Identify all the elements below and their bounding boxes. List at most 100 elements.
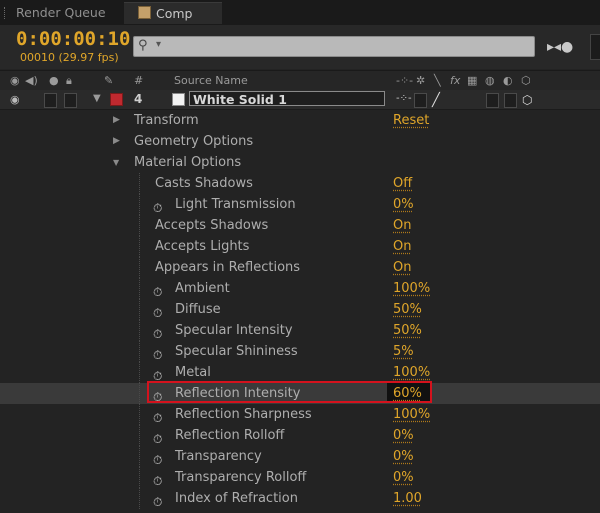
composition-icon xyxy=(138,6,151,19)
speaker-icon[interactable]: ◀) xyxy=(25,74,38,87)
property-row[interactable]: ⏱ Metal 100% xyxy=(0,362,600,383)
property-label: Accepts Shadows xyxy=(155,218,269,233)
property-label: Index of Refraction xyxy=(175,491,298,506)
chevron-right-icon[interactable]: ▶ xyxy=(113,131,120,152)
property-row[interactable]: ⏱ Specular Shininess 5% xyxy=(0,341,600,362)
eye-icon[interactable]: ◉ xyxy=(10,93,20,106)
property-row[interactable]: ⏱ Transparency Rolloff 0% xyxy=(0,467,600,488)
panel-tab-bar: Render Queue Comp 1✕ xyxy=(0,0,600,43)
property-label: Accepts Lights xyxy=(155,239,250,254)
chevron-right-icon[interactable]: ▶ xyxy=(113,110,120,131)
property-value[interactable]: On xyxy=(393,215,411,236)
chevron-down-icon[interactable]: ▼ xyxy=(93,93,101,106)
property-label: Reflection Sharpness xyxy=(175,407,312,422)
motion-blur-icon[interactable]: ◍ xyxy=(485,74,495,87)
property-row[interactable]: ⏱ Ambient 100% xyxy=(0,278,600,299)
effects-icon[interactable]: fx xyxy=(450,74,460,87)
tree-line xyxy=(139,488,144,509)
stopwatch-icon[interactable]: ⏱ xyxy=(153,492,162,513)
property-label: Casts Shadows xyxy=(155,176,253,191)
adjustment-switch[interactable] xyxy=(504,93,517,108)
tree-line xyxy=(139,173,144,194)
property-value[interactable]: 50% xyxy=(393,320,422,341)
property-label: Diffuse xyxy=(175,302,221,317)
property-row[interactable]: ⏱ Transparency 0% xyxy=(0,446,600,467)
property-row[interactable]: Accepts Lights On xyxy=(0,236,600,257)
property-value[interactable]: 0% xyxy=(393,446,414,467)
property-row[interactable]: ⏱ Index of Refraction 1.00 xyxy=(0,488,600,509)
property-row[interactable]: Appears in Reflections On xyxy=(0,257,600,278)
tree-line xyxy=(139,278,144,299)
property-value[interactable]: Off xyxy=(393,173,412,194)
lock-icon[interactable]: 🔒︎ xyxy=(66,74,72,88)
eye-icon[interactable]: ◉ xyxy=(10,74,20,87)
tree-line xyxy=(139,446,144,467)
label-color-swatch[interactable] xyxy=(110,93,123,106)
property-row[interactable]: Casts Shadows Off xyxy=(0,173,600,194)
motion-blur-switch[interactable] xyxy=(486,93,499,108)
geometry-options-group[interactable]: ▶ Geometry Options xyxy=(0,131,600,152)
property-value[interactable]: On xyxy=(393,257,411,278)
property-label: Reflection Intensity xyxy=(175,386,301,401)
adjustment-layer-icon[interactable]: ◐ xyxy=(503,74,513,87)
property-row[interactable]: ⏱ Diffuse 50% xyxy=(0,299,600,320)
reset-link[interactable]: Reset xyxy=(393,110,429,131)
property-value[interactable]: 100% xyxy=(393,362,430,383)
tab-label: Render Queue xyxy=(16,5,106,20)
label-tag-icon[interactable]: ✎ xyxy=(104,74,113,87)
property-value[interactable]: On xyxy=(393,236,411,257)
property-row[interactable]: Accepts Shadows On xyxy=(0,215,600,236)
tree-line xyxy=(139,320,144,341)
3d-layer-icon[interactable]: ⬡ xyxy=(521,74,531,87)
transform-group[interactable]: ▶ Transform Reset xyxy=(0,110,600,131)
collapse-icon[interactable]: ✲ xyxy=(416,74,425,87)
property-value[interactable]: 60% xyxy=(393,383,422,404)
tree-line xyxy=(139,362,144,383)
collapse-switch[interactable] xyxy=(414,93,427,108)
chevron-down-icon[interactable]: ▾ xyxy=(156,39,161,50)
property-label: Transparency xyxy=(175,449,262,464)
column-number: # xyxy=(134,74,144,87)
property-value[interactable]: 1.00 xyxy=(393,488,422,509)
property-value[interactable]: 100% xyxy=(393,278,430,299)
tab-comp-1[interactable]: Comp 1✕ xyxy=(124,2,222,43)
lock-switch[interactable] xyxy=(64,93,77,108)
quality-switch[interactable]: ╱ xyxy=(432,93,440,108)
current-time-display[interactable]: 0:00:00:10 xyxy=(16,28,130,50)
layer-name[interactable]: White Solid 1 xyxy=(189,91,385,107)
quality-icon[interactable]: ╲ xyxy=(434,74,441,87)
panel-button[interactable] xyxy=(590,34,600,60)
property-row[interactable]: ⏱ Light Transmission 0% xyxy=(0,194,600,215)
property-value[interactable]: 0% xyxy=(393,194,414,215)
3d-layer-switch[interactable]: ⬡ xyxy=(522,93,532,107)
audio-switch[interactable] xyxy=(44,93,57,108)
chevron-down-icon[interactable]: ▼ xyxy=(113,152,119,173)
shy-switch[interactable]: -⁘- xyxy=(396,93,412,106)
property-value[interactable]: 5% xyxy=(393,341,414,362)
layer-row[interactable]: ◉ ▼ 4 White Solid 1 -⁘- ╱ ⬡ xyxy=(0,90,600,110)
property-value[interactable]: 50% xyxy=(393,299,422,320)
tree-line xyxy=(139,236,144,257)
column-header-bar: ◉ ◀) ● 🔒︎ ✎ # Source Name -⁘- ✲ ╲ fx ▦ ◍… xyxy=(0,70,600,92)
property-label: Transform xyxy=(134,113,199,128)
property-label: Geometry Options xyxy=(134,134,254,149)
property-value[interactable]: 0% xyxy=(393,467,414,488)
column-source-name[interactable]: Source Name xyxy=(174,74,248,87)
tab-render-queue[interactable]: Render Queue xyxy=(0,2,121,24)
property-label: Appears in Reflections xyxy=(155,260,301,275)
property-row[interactable]: ⏱ Reflection Sharpness 100% xyxy=(0,404,600,425)
solo-icon[interactable]: ● xyxy=(49,74,59,87)
shy-icon[interactable]: -⁘- xyxy=(396,74,413,87)
timeline-header: 0:00:00:10 00010 (29.97 fps) ⚲ ▾ ▸◂● xyxy=(0,25,600,69)
frame-blend-icon[interactable]: ▦ xyxy=(467,74,477,87)
flowchart-icon[interactable]: ▸◂● xyxy=(547,39,573,55)
search-input[interactable]: ⚲ ▾ xyxy=(133,36,535,57)
property-row[interactable]: ⏱ Specular Intensity 50% xyxy=(0,320,600,341)
property-value[interactable]: 0% xyxy=(393,425,414,446)
property-row[interactable]: ⏱ Reflection Rolloff 0% xyxy=(0,425,600,446)
property-row-reflection-intensity[interactable]: ⏱ Reflection Intensity 60% xyxy=(0,383,600,404)
tree-line xyxy=(139,215,144,236)
property-value[interactable]: 100% xyxy=(393,404,430,425)
property-label: Reflection Rolloff xyxy=(175,428,285,443)
material-options-group[interactable]: ▼ Material Options xyxy=(0,152,600,173)
